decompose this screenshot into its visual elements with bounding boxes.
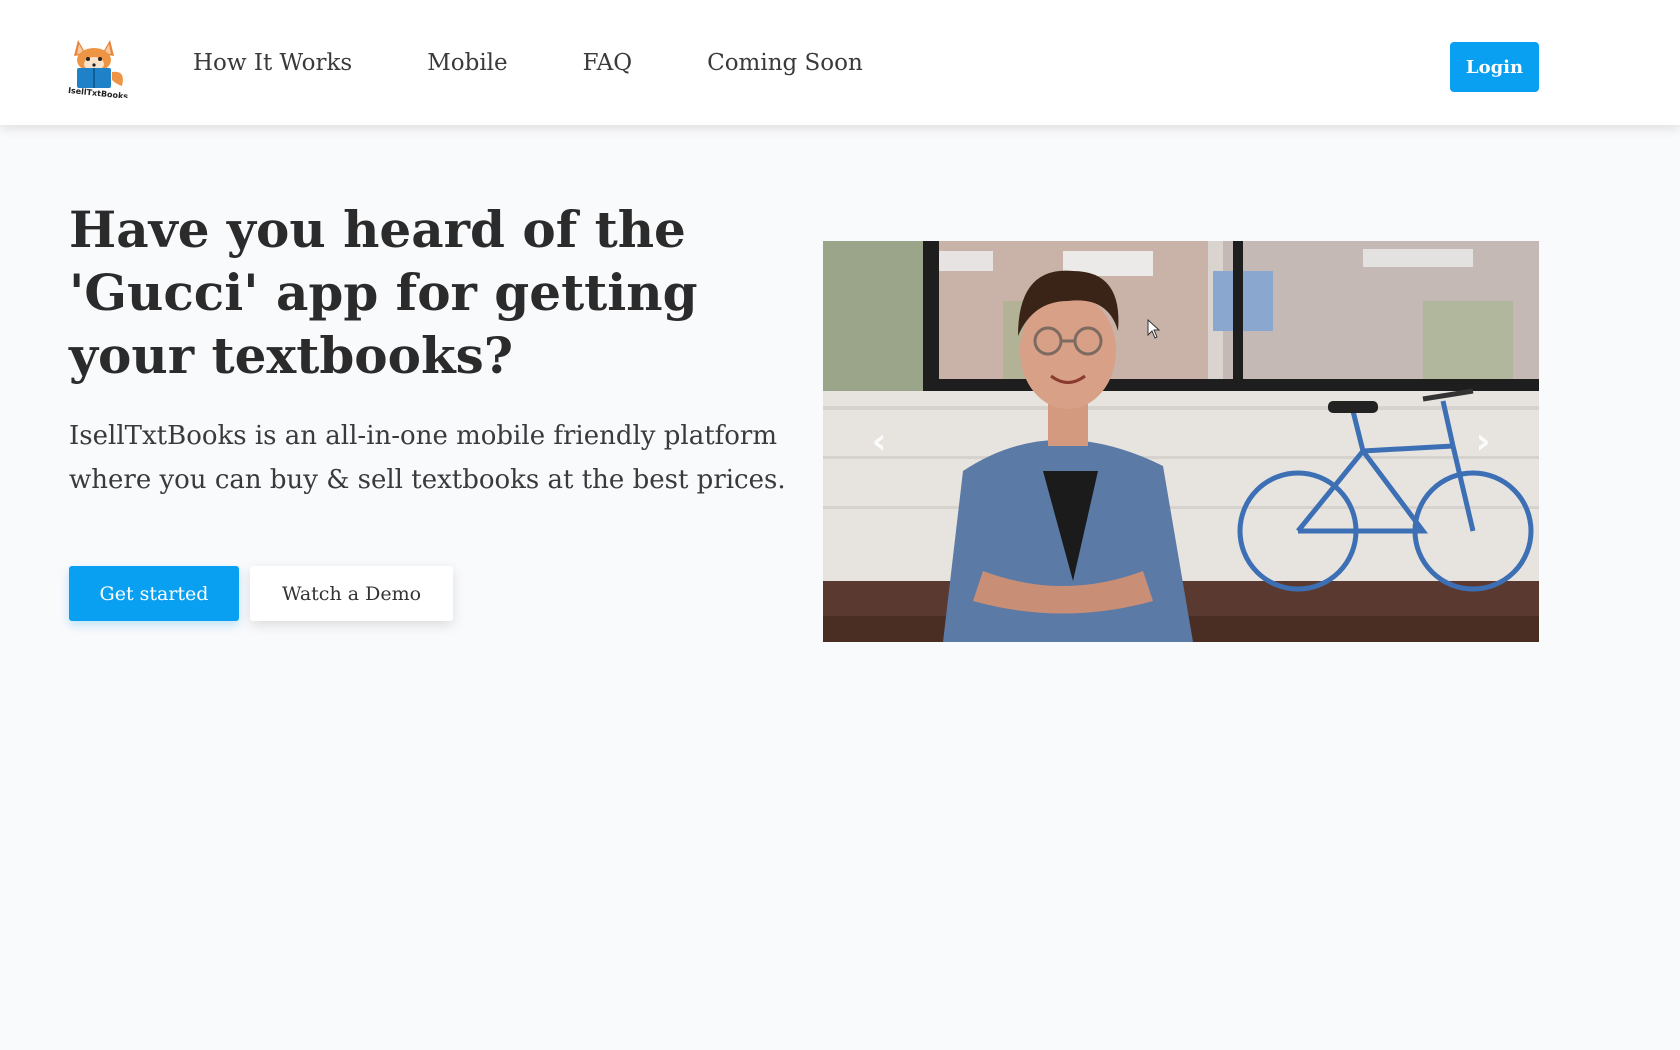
- site-header: IsellTxtBooks How It Works Mobile FAQ Co…: [0, 0, 1680, 125]
- chevron-right-icon[interactable]: ›: [1463, 421, 1503, 462]
- get-started-button[interactable]: Get started: [69, 566, 239, 621]
- fox-reading-book-logo-icon: IsellTxtBooks: [68, 40, 129, 101]
- main-nav: How It Works Mobile FAQ Coming Soon: [193, 0, 938, 125]
- site-logo[interactable]: IsellTxtBooks: [64, 34, 132, 101]
- login-button[interactable]: Login: [1450, 42, 1539, 92]
- hero-headline: Have you heard of the 'Gucci' app for ge…: [69, 200, 698, 385]
- chevron-left-icon[interactable]: ‹: [859, 421, 899, 462]
- hero-carousel[interactable]: ‹ ›: [823, 241, 1539, 642]
- mouse-cursor-icon: [1147, 319, 1161, 339]
- nav-coming-soon[interactable]: Coming Soon: [707, 50, 863, 76]
- hero-subtext: IsellTxtBooks is an all-in-one mobile fr…: [69, 421, 786, 495]
- person-with-bicycle-photo: [823, 241, 1539, 642]
- nav-faq[interactable]: FAQ: [583, 50, 632, 76]
- watch-demo-button[interactable]: Watch a Demo: [250, 566, 453, 621]
- nav-mobile[interactable]: Mobile: [427, 50, 507, 76]
- nav-how-it-works[interactable]: How It Works: [193, 50, 352, 76]
